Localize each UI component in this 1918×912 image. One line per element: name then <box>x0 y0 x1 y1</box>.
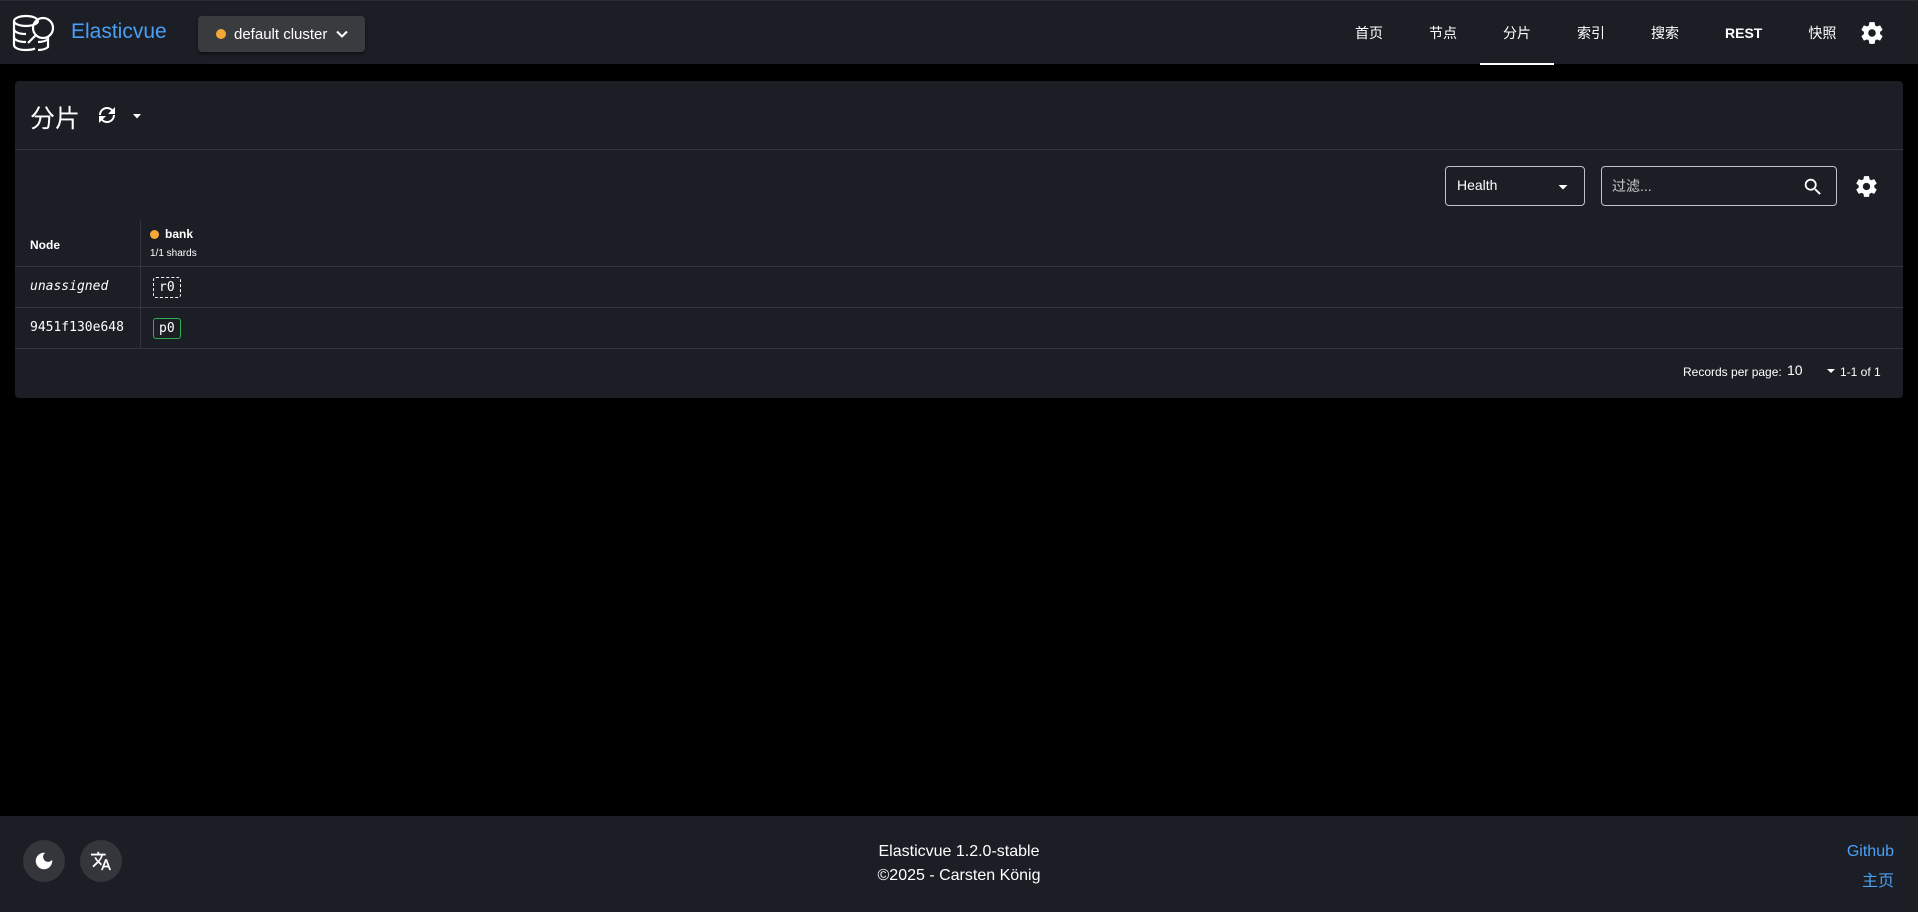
table-settings-gear-icon[interactable] <box>1854 174 1879 199</box>
nav-home-label: 首页 <box>1355 25 1383 41</box>
nav-nodes-label: 节点 <box>1429 25 1457 41</box>
node-column-header: Node <box>30 238 60 252</box>
shards-table: Node bank 1/1 shards unassigned r0 9451f… <box>15 221 1903 349</box>
cluster-selector-button[interactable]: default cluster <box>198 16 365 52</box>
column-separator <box>140 267 141 307</box>
nav-rest-label: REST <box>1725 25 1763 41</box>
nav-home[interactable]: 首页 <box>1332 1 1406 65</box>
refresh-interval-caret-icon[interactable] <box>130 109 144 123</box>
card-divider <box>15 149 1903 150</box>
chevron-down-icon <box>336 30 349 38</box>
pagination-range: 1-1 of 1 <box>1840 365 1881 379</box>
column-separator <box>140 308 141 348</box>
app-header: Elasticvue default cluster 首页 节点 分片 索引 搜… <box>0 0 1918 65</box>
table-row: 9451f130e648 p0 <box>15 308 1903 349</box>
refresh-icon[interactable] <box>95 103 119 127</box>
records-per-page-select[interactable]: 10 <box>1787 362 1803 378</box>
elasticvue-logo-icon[interactable] <box>12 11 58 55</box>
shards-card: 分片 Health Node bank 1/1 shards <box>15 81 1903 398</box>
homepage-link[interactable]: 主页 <box>1862 867 1894 891</box>
table-header-row: Node bank 1/1 shards <box>15 221 1903 267</box>
nav-indices-label: 索引 <box>1577 25 1605 41</box>
index-shards-summary: 1/1 shards <box>150 248 197 259</box>
nav-search[interactable]: 搜索 <box>1628 1 1702 65</box>
main-nav: 首页 节点 分片 索引 搜索 REST 快照 <box>1332 1 1859 65</box>
nav-nodes[interactable]: 节点 <box>1406 1 1480 65</box>
shard-badge-unassigned[interactable]: r0 <box>153 277 181 298</box>
index-name-row: bank <box>150 227 197 241</box>
caret-down-icon[interactable] <box>1825 365 1837 377</box>
app-footer: Elasticvue 1.2.0-stable ©2025 - Carsten … <box>0 816 1918 912</box>
nav-rest[interactable]: REST <box>1702 1 1785 65</box>
github-link[interactable]: Github <box>1847 843 1894 861</box>
records-per-page-label: Records per page: <box>1683 365 1782 379</box>
caret-down-icon <box>1558 185 1568 190</box>
node-cell: 9451f130e648 <box>30 320 124 335</box>
index-name: bank <box>165 227 194 241</box>
table-row: unassigned r0 <box>15 267 1903 308</box>
settings-gear-icon[interactable] <box>1859 20 1885 46</box>
node-cell: unassigned <box>30 279 109 294</box>
nav-snapshots-label: 快照 <box>1808 25 1837 41</box>
nav-shards-label: 分片 <box>1503 25 1531 41</box>
nav-snapshots[interactable]: 快照 <box>1785 1 1859 65</box>
nav-search-label: 搜索 <box>1651 25 1679 41</box>
footer-version: Elasticvue 1.2.0-stable <box>878 843 1040 860</box>
index-column-header[interactable]: bank 1/1 shards <box>150 227 197 259</box>
search-icon[interactable] <box>1802 176 1824 198</box>
index-status-dot <box>150 229 159 239</box>
filter-input[interactable] <box>1612 176 1792 196</box>
health-select-value: Health <box>1457 177 1498 193</box>
cluster-status-dot <box>216 29 226 39</box>
health-select[interactable]: Health <box>1445 166 1585 206</box>
nav-shards[interactable]: 分片 <box>1480 1 1554 65</box>
footer-copyright: ©2025 - Carsten König <box>877 867 1041 884</box>
filter-field[interactable] <box>1601 166 1837 206</box>
cluster-label: default cluster <box>234 25 328 43</box>
page-title: 分片 <box>30 105 81 133</box>
pagination: Records per page: 10 1-1 of 1 <box>15 359 1903 383</box>
shard-badge-primary[interactable]: p0 <box>153 318 181 339</box>
brand-name[interactable]: Elasticvue <box>71 20 167 44</box>
nav-indices[interactable]: 索引 <box>1554 1 1628 65</box>
column-separator <box>140 221 141 266</box>
